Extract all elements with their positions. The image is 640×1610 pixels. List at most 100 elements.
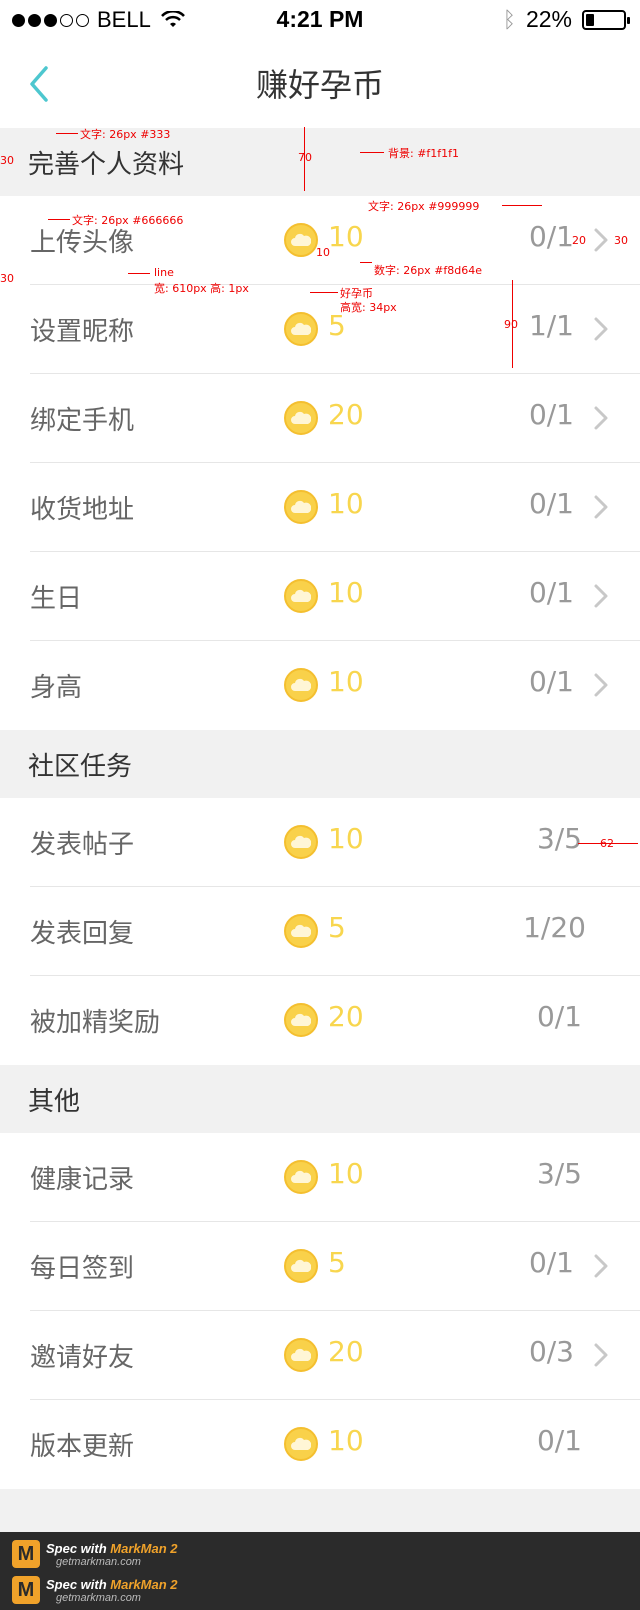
task-row[interactable]: 身高 10 0/1	[0, 641, 640, 730]
task-progress: 0/1	[528, 665, 574, 698]
task-progress: 3/5	[536, 1157, 582, 1190]
reward-amount: 10	[328, 822, 364, 855]
cloud-coin-glyph	[291, 322, 311, 335]
chevron-right-icon[interactable]	[592, 316, 610, 342]
task-label: 绑定手机	[30, 406, 135, 436]
task-label: 发表帖子	[30, 830, 135, 860]
chevron-right-icon[interactable]	[592, 227, 610, 253]
section-header: 其他	[0, 1065, 640, 1133]
coin-icon	[284, 825, 318, 859]
annotation-progress-right: 62	[600, 837, 614, 850]
annotation-coin-size: 高宽: 34px	[340, 301, 397, 314]
chevron-right-icon[interactable]	[592, 672, 610, 698]
task-row[interactable]: 邀请好友 20 0/3	[0, 1311, 640, 1400]
task-label: 发表回复	[30, 919, 135, 949]
task-label: 版本更新	[30, 1432, 135, 1462]
chevron-right-icon[interactable]	[592, 1253, 610, 1279]
battery-percent: 22%	[525, 6, 572, 32]
section-title: 其他	[28, 1087, 81, 1117]
annotation-row-height: 90	[504, 318, 518, 331]
task-progress: 0/3	[528, 1335, 574, 1368]
cloud-coin-glyph	[291, 1348, 311, 1361]
markman-logo-icon: M	[12, 1540, 40, 1568]
status-bar: BELL 4:21 PM ᛒ 22%	[0, 0, 640, 40]
coin-icon	[284, 1249, 318, 1283]
task-label: 收货地址	[30, 495, 135, 525]
task-progress: 0/1	[528, 398, 574, 431]
annotation-arrow-gap: 20	[572, 234, 586, 247]
task-row[interactable]: 每日签到 5 0/1	[0, 1222, 640, 1311]
coin-icon	[284, 579, 318, 613]
task-label: 生日	[30, 584, 83, 614]
cloud-coin-glyph	[291, 924, 311, 937]
task-progress: 0/1	[536, 1424, 582, 1457]
task-label: 被加精奖励	[30, 1008, 161, 1038]
task-row: 发表回复 5 1/20	[0, 887, 640, 976]
cloud-coin-glyph	[291, 500, 311, 513]
annotation-section-padding: 30	[0, 154, 14, 167]
page-title: 赚好孕币	[255, 66, 384, 104]
task-label: 身高	[30, 673, 83, 703]
coin-icon	[284, 490, 318, 524]
task-progress: 1/1	[528, 309, 574, 342]
annotation-line: line	[154, 266, 174, 279]
cloud-coin-glyph	[291, 678, 311, 691]
bluetooth-icon: ᛒ	[502, 6, 516, 32]
task-row[interactable]: 收货地址 10 0/1	[0, 463, 640, 552]
reward-amount: 10	[328, 220, 364, 253]
markman-footer: M Spec with MarkMan 2 getmarkman.com M S…	[0, 1532, 640, 1610]
section-header: 社区任务	[0, 730, 640, 798]
reward-amount: 10	[328, 576, 364, 609]
coin-icon	[284, 668, 318, 702]
task-row: 版本更新 10 0/1	[0, 1400, 640, 1489]
chevron-right-icon[interactable]	[592, 583, 610, 609]
task-progress: 0/1	[528, 220, 574, 253]
annotation-section-height: 70	[298, 151, 312, 164]
annotation-label-text: 文字: 26px #666666	[72, 214, 184, 227]
task-row: 发表帖子 10 3/5	[0, 798, 640, 887]
task-row: 被加精奖励 20 0/1	[0, 976, 640, 1065]
coin-icon	[284, 914, 318, 948]
reward-amount: 5	[328, 1246, 346, 1279]
cloud-coin-glyph	[291, 411, 311, 424]
task-progress: 1/20	[523, 911, 586, 944]
annotation-right-padding: 30	[614, 234, 628, 247]
annotation-line-size: 宽: 610px 高: 1px	[154, 282, 249, 295]
coin-icon	[284, 223, 318, 257]
cloud-coin-glyph	[291, 233, 311, 246]
task-row[interactable]: 设置昵称 5 1/1	[0, 285, 640, 374]
navigation-bar: 赚好孕币	[0, 40, 640, 128]
reward-amount: 20	[328, 1000, 364, 1033]
cloud-coin-glyph	[291, 1013, 311, 1026]
annotation-background: 背景: #f1f1f1	[388, 147, 460, 160]
task-row[interactable]: 上传头像 10 0/1	[0, 196, 640, 285]
task-progress: 0/1	[528, 487, 574, 520]
coin-icon	[284, 401, 318, 435]
cloud-coin-glyph	[291, 1259, 311, 1272]
annotation-number-text: 数字: 26px #f8d64e	[374, 264, 483, 277]
markman-badge: M Spec with MarkMan 2 getmarkman.com	[12, 1540, 178, 1568]
coin-icon	[284, 312, 318, 346]
reward-amount: 20	[328, 1335, 364, 1368]
reward-amount: 10	[328, 1424, 364, 1457]
chevron-right-icon[interactable]	[592, 405, 610, 431]
task-progress: 0/1	[528, 1246, 574, 1279]
task-label: 邀请好友	[30, 1343, 135, 1373]
task-label: 每日签到	[30, 1254, 135, 1284]
reward-amount: 10	[328, 1157, 364, 1190]
annotation-row-padding: 30	[0, 272, 14, 285]
cloud-coin-glyph	[291, 1437, 311, 1450]
task-label: 健康记录	[30, 1165, 135, 1195]
section-title: 社区任务	[28, 752, 133, 782]
annotation-coin-gap: 10	[316, 246, 330, 259]
markman-logo-icon: M	[12, 1576, 40, 1604]
task-row[interactable]: 生日 10 0/1	[0, 552, 640, 641]
cloud-coin-glyph	[291, 835, 311, 848]
task-row[interactable]: 绑定手机 20 0/1	[0, 374, 640, 463]
annotation-progress-text: 文字: 26px #999999	[368, 200, 480, 213]
reward-amount: 10	[328, 665, 364, 698]
chevron-right-icon[interactable]	[592, 1342, 610, 1368]
markman-badge: M Spec with MarkMan 2 getmarkman.com	[12, 1576, 178, 1604]
cloud-coin-glyph	[291, 589, 311, 602]
chevron-right-icon[interactable]	[592, 494, 610, 520]
